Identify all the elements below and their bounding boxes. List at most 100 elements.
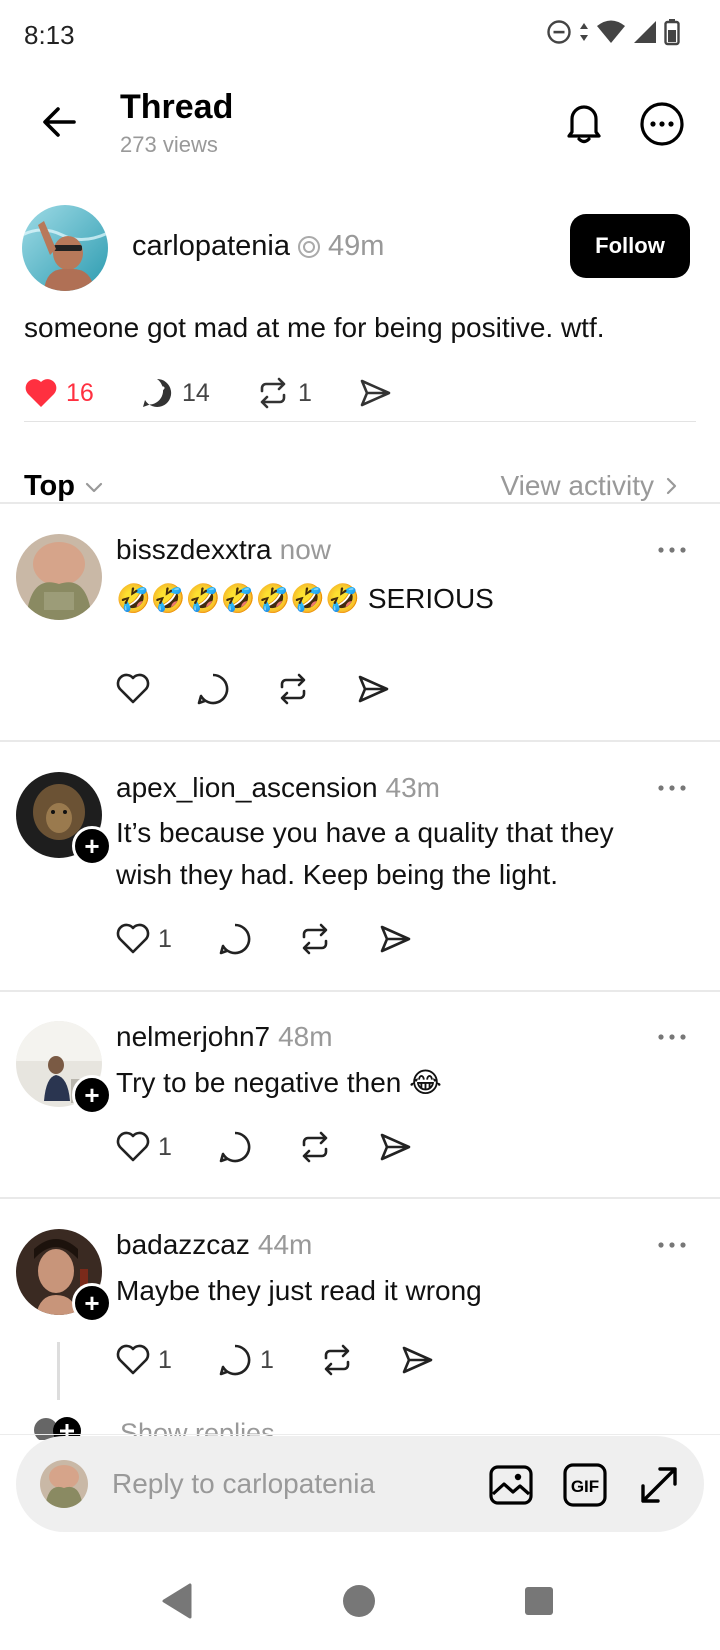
reply-text: Try to be negative then 😂 xyxy=(116,1067,442,1098)
comment-button[interactable]: 14 xyxy=(140,376,256,410)
comment-button[interactable]: 1 xyxy=(218,1343,320,1377)
follow-plus-button[interactable]: + xyxy=(72,1075,112,1115)
post-username[interactable]: carlopatenia xyxy=(132,230,290,263)
reply-text: Maybe they just read it wrong xyxy=(116,1275,482,1306)
expand-composer-button[interactable] xyxy=(636,1462,682,1508)
repost-button[interactable] xyxy=(320,1343,400,1377)
like-count: 1 xyxy=(158,1345,172,1374)
bell-icon xyxy=(567,105,601,144)
plus-icon: + xyxy=(84,1288,100,1318)
comment-button[interactable] xyxy=(196,672,276,706)
nav-back-button[interactable] xyxy=(160,1582,194,1620)
divider xyxy=(24,421,696,422)
status-icons xyxy=(546,18,680,46)
triangle-back-icon xyxy=(162,1583,192,1619)
wifi-icon xyxy=(597,20,625,43)
sort-dropdown[interactable]: Top xyxy=(24,470,105,503)
reply-time: 48m xyxy=(278,1021,333,1052)
follow-button[interactable]: Follow xyxy=(570,214,690,278)
author-avatar[interactable] xyxy=(22,205,108,291)
attach-image-button[interactable] xyxy=(488,1462,534,1508)
signal-icon xyxy=(634,21,656,43)
reply-divider xyxy=(0,1197,720,1199)
more-dots-icon xyxy=(658,1034,686,1040)
notification-button[interactable] xyxy=(560,98,608,146)
reply-username[interactable]: apex_lion_ascension xyxy=(116,772,378,804)
like-count: 16 xyxy=(66,378,94,407)
reply-divider xyxy=(0,990,720,992)
heart-icon xyxy=(116,1344,150,1375)
plus-icon: + xyxy=(84,1080,100,1110)
view-activity-link[interactable]: View activity xyxy=(500,470,680,502)
reply-username[interactable]: bisszdexxtra xyxy=(116,534,272,566)
repost-count: 1 xyxy=(298,378,312,407)
heart-icon xyxy=(116,673,150,704)
repost-button[interactable] xyxy=(298,922,378,956)
share-button[interactable] xyxy=(400,1343,480,1377)
more-dots-icon xyxy=(658,785,686,791)
heart-icon xyxy=(116,923,150,954)
reply-actions: 1 1 xyxy=(116,1343,480,1377)
like-button[interactable] xyxy=(116,673,196,705)
follow-plus-button[interactable]: + xyxy=(72,826,112,866)
reply-input[interactable]: Reply to carlopatenia xyxy=(112,1468,375,1500)
repost-button[interactable] xyxy=(276,672,356,706)
battery-icon xyxy=(664,19,680,46)
reply-more-button[interactable] xyxy=(656,778,696,798)
comment-count: 14 xyxy=(182,378,210,407)
send-icon xyxy=(358,675,389,703)
reply-more-button[interactable] xyxy=(656,1027,696,1047)
nav-home-button[interactable] xyxy=(342,1584,376,1618)
plus-icon: + xyxy=(84,831,100,861)
avatar-image xyxy=(16,534,102,620)
share-button[interactable] xyxy=(378,1130,458,1164)
comment-button[interactable] xyxy=(218,1130,298,1164)
reply-author: nelmerjohn7 48m xyxy=(116,1021,333,1053)
repost-icon xyxy=(302,1131,328,1163)
reply-actions xyxy=(116,672,436,706)
reply-more-button[interactable] xyxy=(656,540,696,560)
like-button[interactable]: 1 xyxy=(116,923,218,955)
heart-icon xyxy=(116,1131,150,1162)
status-time: 8:13 xyxy=(24,20,75,50)
reply-username[interactable]: badazzcaz xyxy=(116,1229,250,1261)
more-dots-icon xyxy=(658,547,686,553)
circle-home-icon xyxy=(343,1585,375,1617)
comment-button[interactable] xyxy=(218,922,298,956)
comment-icon xyxy=(197,673,229,705)
composer-avatar xyxy=(40,1460,88,1508)
nav-recents-button[interactable] xyxy=(524,1586,554,1616)
reply-username[interactable]: nelmerjohn7 xyxy=(116,1021,270,1053)
share-button[interactable] xyxy=(358,376,392,410)
sort-label: Top xyxy=(24,470,75,502)
like-button[interactable]: 1 xyxy=(116,1131,218,1163)
repost-button[interactable] xyxy=(298,1130,378,1164)
like-button[interactable]: 16 xyxy=(24,377,140,409)
follow-plus-button[interactable]: + xyxy=(72,1283,112,1323)
composer-divider xyxy=(0,1434,720,1435)
like-button[interactable]: 1 xyxy=(116,1344,218,1376)
more-options-button[interactable] xyxy=(638,100,686,148)
reply-avatar[interactable] xyxy=(16,534,102,620)
share-button[interactable] xyxy=(356,672,436,706)
share-button[interactable] xyxy=(378,922,458,956)
avatar-image xyxy=(22,205,108,291)
send-icon xyxy=(402,1346,433,1374)
comment-count: 1 xyxy=(260,1345,274,1374)
send-icon xyxy=(380,1133,411,1161)
comment-icon xyxy=(219,923,251,955)
back-button[interactable] xyxy=(36,98,84,146)
reply-actions: 1 xyxy=(116,922,458,956)
post-text: someone got mad at me for being positive… xyxy=(24,312,605,343)
comment-icon xyxy=(219,1344,251,1376)
repost-icon xyxy=(302,923,328,955)
repost-button[interactable]: 1 xyxy=(256,376,358,410)
reply-more-button[interactable] xyxy=(656,1235,696,1255)
attach-gif-button[interactable]: GIF xyxy=(562,1462,608,1508)
view-count: 273 views xyxy=(120,132,218,157)
post-actions: 16 14 1 xyxy=(24,376,392,410)
heart-filled-icon xyxy=(25,379,57,407)
post-author: carlopatenia 49m xyxy=(132,230,384,263)
chevron-down-icon xyxy=(85,482,103,492)
arrow-left-icon xyxy=(43,107,76,137)
